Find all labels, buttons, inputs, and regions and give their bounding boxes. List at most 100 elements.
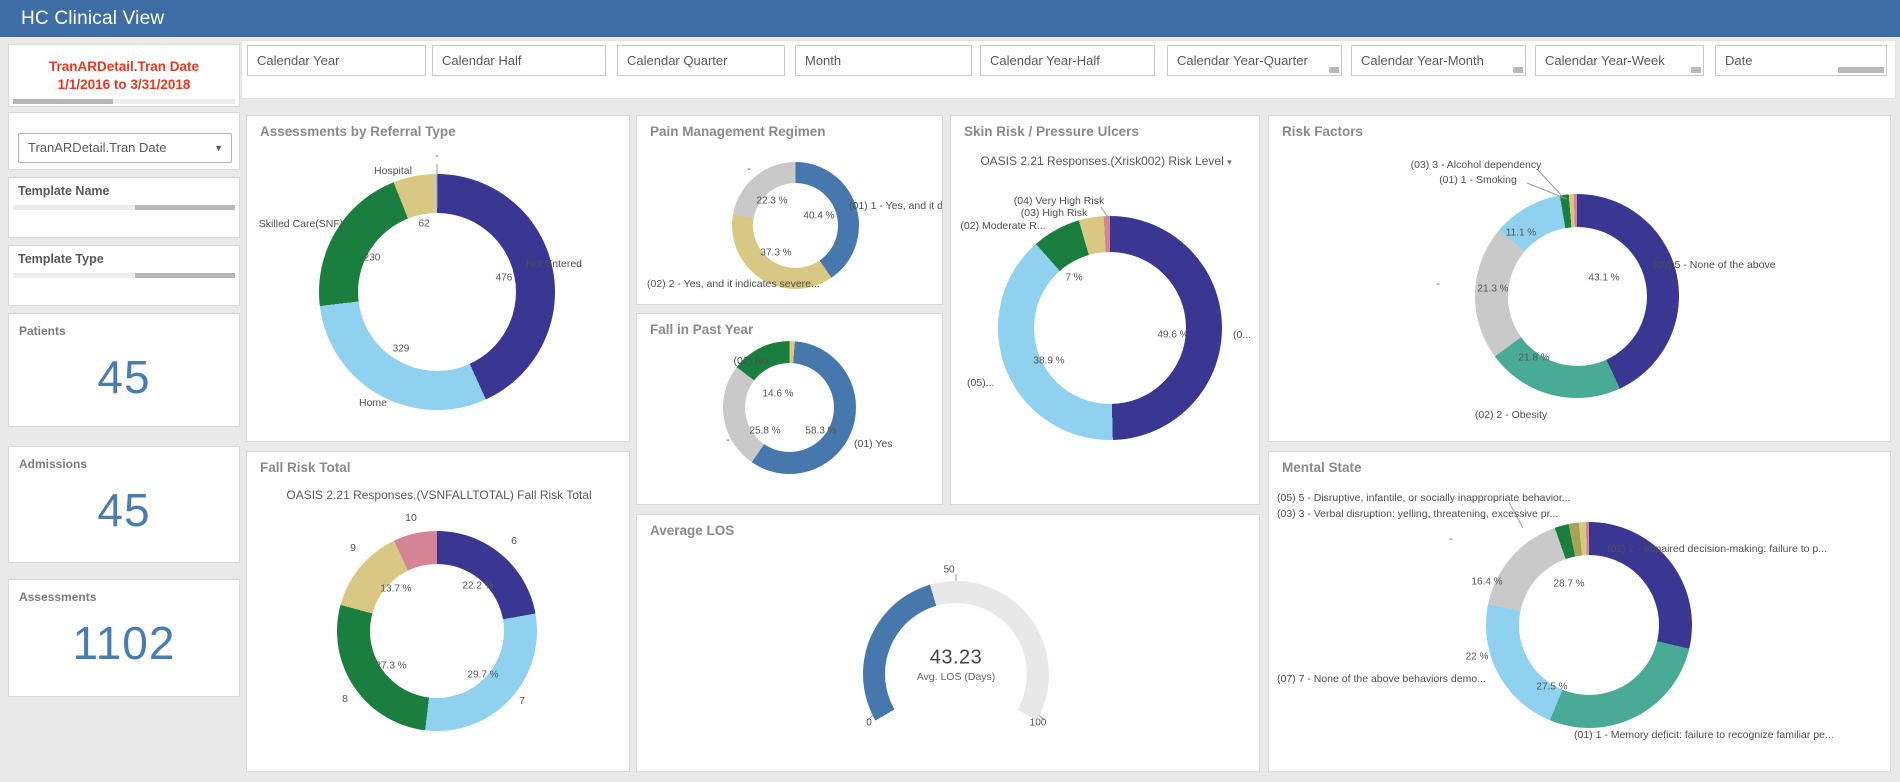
chart-subtitle: OASIS 2.21 Responses.(VSNFALLTOTAL) Fall… <box>286 488 592 502</box>
chart-label: 9 <box>350 542 356 554</box>
chart-label: (01) 1 - Yes, and it do... <box>849 200 942 212</box>
chart-card-skin-risk: (04) Very High Risk (03) High Risk (02) Mo… <box>950 115 1260 505</box>
chart-label: 43.1 % <box>1588 272 1620 284</box>
fall-year-chart-area: (02) No - (01) Yes 14.6 % 25.8 % 58.3 % <box>637 314 942 504</box>
chart-label: 230 <box>363 252 381 264</box>
dimension-selector[interactable]: OASIS 2.21 Responses.(Xrisk002) Risk Lev… <box>980 154 1231 168</box>
chart-label: 25.8 % <box>749 425 781 437</box>
scrollbar-thumb[interactable] <box>13 99 113 104</box>
donut-chart[interactable] <box>731 161 859 289</box>
chart-title: Risk Factors <box>1282 124 1364 139</box>
donut-hole <box>1507 226 1647 366</box>
chart-title: Fall Risk Total <box>260 460 351 475</box>
chart-card-average-los: 50 0 100 43.23 Avg. LOS (Days) Average LOS <box>636 514 1260 772</box>
chart-label: 27.5 % <box>1536 681 1568 693</box>
chart-label: (01) 1 - Memory deficit: failure to reco… <box>1574 729 1834 741</box>
chart-label: (0... <box>1233 329 1252 341</box>
filter-box-calendar-quarter[interactable]: Calendar Quarter <box>617 45 785 76</box>
chart-label: 6 <box>511 535 517 547</box>
filter-box-calendar-year-week[interactable]: Calendar Year-Week <box>1535 45 1704 76</box>
chart-label: 22.3 % <box>756 195 788 207</box>
date-field-card: TranARDetail.Tran Date ▼ <box>8 112 240 170</box>
filter-box-month[interactable]: Month <box>795 45 972 76</box>
chart-label: (01) Yes <box>854 438 893 450</box>
chart-label: Hospital <box>374 165 412 177</box>
filter-box-calendar-year-quarter[interactable]: Calendar Year-Quarter <box>1167 45 1342 76</box>
donut-chart[interactable] <box>337 531 537 731</box>
kpi-value: 45 <box>97 351 151 403</box>
kpi-value: 1102 <box>72 617 176 669</box>
listbox-template-type[interactable]: Template Type <box>8 245 240 306</box>
chart-label: 0 <box>866 717 872 729</box>
chart-label: 22.2 % <box>462 580 494 592</box>
filter-box-calendar-half[interactable]: Calendar Half <box>432 45 606 76</box>
chart-label: 13.7 % <box>380 583 412 595</box>
chart-label: 38.9 % <box>1033 355 1065 367</box>
chart-label: (03) 3 - Verbal disruption: yelling, thr… <box>1277 508 1559 520</box>
kpi-assessments: Assessments 1102 <box>8 579 240 697</box>
chart-label: (01) 1 - Smoking <box>1439 174 1517 186</box>
chart-label: (02) Moderate R... <box>960 220 1046 232</box>
chart-label: (03) 3 - Alcohol dependency <box>1410 159 1542 171</box>
scrollbar[interactable] <box>13 205 235 210</box>
chart-card-referral-type: - Hospital Skilled Care(SNF) Home Not Entere… <box>246 115 630 442</box>
chart-title: Assessments by Referral Type <box>260 124 456 139</box>
scrollbar[interactable] <box>13 99 235 104</box>
chart-label: 50 <box>943 564 955 576</box>
referral-chart-area: - Hospital Skilled Care(SNF) Home Not Entere… <box>247 116 629 441</box>
donut-chart[interactable] <box>998 216 1222 440</box>
listbox-title: Template Type <box>18 252 104 266</box>
chart-label: 21.8 % <box>1518 352 1550 364</box>
chevron-down-icon: ▾ <box>1227 157 1232 167</box>
chart-label: - <box>1436 278 1440 290</box>
chart-label: Avg. LOS (Days) <box>916 671 996 683</box>
scrollbar-thumb[interactable] <box>135 205 235 210</box>
dimension-label: OASIS 2.21 Responses.(Xrisk002) Risk Lev… <box>980 154 1224 168</box>
pain-chart-area: - (01) 1 - Yes, and it do... (02) 2 - Yes,… <box>637 116 942 304</box>
skin-risk-chart-area: (04) Very High Risk (03) High Risk (02) Mo… <box>951 116 1259 504</box>
chart-title: Mental State <box>1282 460 1362 475</box>
date-range-field: TranARDetail.Tran Date <box>48 59 200 74</box>
chart-label: (04) Very High Risk <box>1013 195 1105 207</box>
chart-label: Home <box>358 397 388 409</box>
chart-card-fall-risk-total: 10 9 6 8 7 22.2 % 13.7 % 27.3 % 29.7 % Fall Risk… <box>246 451 630 772</box>
chart-label: Not Entered <box>525 258 583 270</box>
kpi-label: Admissions <box>19 457 88 471</box>
chart-label: 22 % <box>1465 651 1489 663</box>
filter-panel: Calendar Year Calendar Half Calendar Qua… <box>241 40 1896 99</box>
chart-label: 58.3 % <box>805 425 837 437</box>
scrollbar-thumb[interactable] <box>135 273 235 278</box>
chart-label: 11.1 % <box>1505 227 1537 239</box>
chart-label: Skilled Care(SNF) <box>258 218 344 230</box>
chart-card-fall-in-past-year: (02) No - (01) Yes 14.6 % 25.8 % 58.3 % Fall … <box>636 313 943 505</box>
date-range-text: TranARDetail.Tran Date 1/1/2016 to 3/31/… <box>9 45 239 94</box>
donut-chart[interactable] <box>319 174 555 410</box>
chart-title: Skin Risk / Pressure Ulcers <box>964 124 1139 139</box>
filter-box-calendar-year-half[interactable]: Calendar Year-Half <box>980 45 1155 76</box>
donut-chart[interactable] <box>1475 194 1679 398</box>
chart-label: 100 <box>1029 717 1047 729</box>
donut-hole <box>744 362 834 452</box>
scrollbar[interactable] <box>13 273 235 278</box>
date-field-select[interactable]: TranARDetail.Tran Date ▼ <box>18 133 232 163</box>
chart-card-pain-management: - (01) 1 - Yes, and it do... (02) 2 - Yes,… <box>636 115 943 305</box>
chart-label: (05)... <box>967 377 995 389</box>
chart-label: 37.3 % <box>760 247 792 259</box>
listbox-template-name[interactable]: Template Name <box>8 177 240 238</box>
chart-label: - <box>747 163 751 175</box>
chart-label: 62 <box>418 218 430 230</box>
chart-label: - <box>726 434 730 446</box>
chart-label: 28.7 % <box>1553 578 1585 590</box>
chevron-down-icon: ▼ <box>214 143 223 153</box>
filter-box-calendar-year[interactable]: Calendar Year <box>247 45 426 76</box>
filter-box-calendar-year-month[interactable]: Calendar Year-Month <box>1351 45 1526 76</box>
filter-box-date[interactable]: Date <box>1715 45 1887 76</box>
donut-hole <box>1034 252 1186 404</box>
chart-label: (02) 2 - Yes, and it indicates severe... <box>647 278 820 290</box>
kpi-label: Assessments <box>19 590 97 604</box>
chart-label: (03) High Risk <box>1020 207 1088 219</box>
chart-card-mental-state: (05) 5 - Disruptive, infantile, or socia… <box>1268 451 1891 772</box>
chart-label: 14.6 % <box>762 388 794 400</box>
chart-title: Pain Management Regimen <box>650 124 826 139</box>
date-range-value: 1/1/2016 to 3/31/2018 <box>57 77 191 92</box>
